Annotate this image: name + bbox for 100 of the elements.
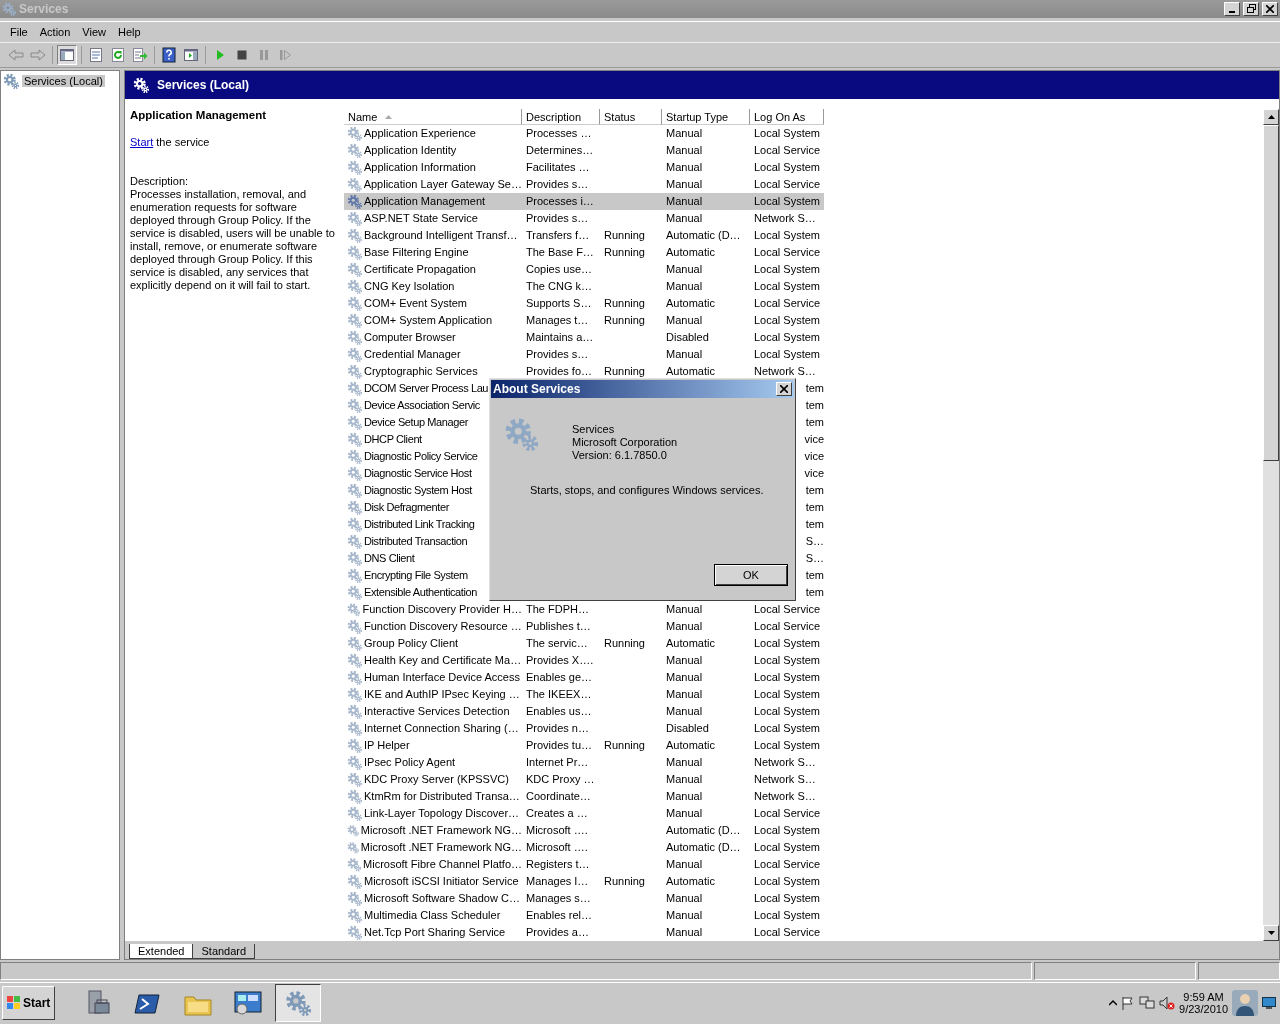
view-tab[interactable]: Standard: [192, 944, 256, 959]
chevron-icon[interactable]: [1109, 999, 1118, 1008]
table-row[interactable]: Interactive Services Detection Enables us… Manual Local System: [344, 703, 824, 720]
table-row[interactable]: Link-Layer Topology Discover… Creates a … Manual Local Service: [344, 805, 824, 822]
table-row[interactable]: Function Discovery Provider H… The FDPH… Manual Local Service: [344, 601, 824, 618]
table-row[interactable]: Microsoft Fibre Channel Platfo… Registers t… Manual Local Service: [344, 856, 824, 873]
table-row[interactable]: ASP.NET State Service Provides s… Manual Network S…: [344, 210, 824, 227]
table-row[interactable]: Microsoft iSCSI Initiator Service Manages I… Running Automatic Local System: [344, 873, 824, 890]
user-avatar-icon[interactable]: [1232, 990, 1258, 1017]
table-cell-text: Manual: [665, 620, 704, 633]
column-header[interactable]: Name: [344, 109, 522, 125]
table-cell-text: Manual: [665, 144, 704, 157]
control-panel-icon: [233, 989, 264, 1018]
service-name: Link-Layer Topology Discover…: [364, 807, 520, 820]
table-row[interactable]: IP Helper Provides tu… Running Automatic Local System: [344, 737, 824, 754]
ok-button[interactable]: OK: [714, 564, 788, 586]
scroll-thumb[interactable]: [1263, 125, 1279, 461]
action-pane-icon: [183, 47, 199, 64]
service-gear-icon: [347, 466, 362, 481]
table-cell-text: Running: [603, 314, 646, 327]
table-cell-text: Manual: [665, 603, 704, 616]
table-row[interactable]: Function Discovery Resource … Publishes t… Manual Local Service: [344, 618, 824, 635]
menu-item[interactable]: View: [76, 23, 112, 40]
table-row[interactable]: Certificate Propagation Copies use… Manual Local System: [344, 261, 824, 278]
clock-time: 9:59 AM: [1183, 991, 1224, 1004]
table-cell-text: Local System: [753, 127, 822, 140]
column-header[interactable]: Description: [522, 109, 600, 125]
table-cell-text: Network S…: [753, 212, 817, 225]
selected-row[interactable]: Application Management Processes i… Manual Local System: [344, 193, 824, 210]
table-row[interactable]: Background Intelligent Transf… Transfers f… Running Automatic (D… Local System: [344, 227, 824, 244]
scroll-down-button[interactable]: [1263, 925, 1279, 941]
scrollbar[interactable]: [1263, 109, 1279, 941]
table-cell-text: Provides s…: [525, 212, 590, 225]
table-row[interactable]: COM+ Event System Supports S… Running Automatic Local Service: [344, 295, 824, 312]
flag-icon[interactable]: [1121, 996, 1136, 1011]
minimize-button[interactable]: [1224, 1, 1240, 16]
service-gear-icon: [347, 500, 362, 515]
service-name: IPsec Policy Agent: [364, 756, 456, 769]
table-row[interactable]: Microsoft .NET Framework NG… Microsoft …. Automatic (D… Local System: [344, 822, 824, 839]
down-arrow-icon: [1267, 931, 1275, 935]
table-cell-text: Local Service: [753, 858, 822, 871]
table-row[interactable]: Microsoft Software Shadow C… Manages s… Manual Local System: [344, 890, 824, 907]
table-row[interactable]: Net.Tcp Port Sharing Service Provides a… Manual Local Service: [344, 924, 824, 941]
column-header[interactable]: Startup Type: [662, 109, 750, 125]
table-row[interactable]: Application Information Facilitates … Manual Local System: [344, 159, 824, 176]
table-row[interactable]: CNG Key Isolation The CNG k… Manual Local System: [344, 278, 824, 295]
table-row[interactable]: Human Interface Device Access Enables ge… Manual Local System: [344, 669, 824, 686]
table-cell-text: Running: [603, 297, 646, 310]
table-row[interactable]: Application Experience Processes … Manual Local System: [344, 125, 824, 142]
dialog-close-button[interactable]: [776, 382, 792, 396]
view-tab[interactable]: Extended: [129, 944, 194, 959]
show-desktop-icon[interactable]: [1262, 996, 1276, 1011]
table-row[interactable]: IPsec Policy Agent Internet Pr… Manual Network S…: [344, 754, 824, 771]
scroll-up-button[interactable]: [1263, 109, 1279, 125]
service-gear-icon: [347, 653, 362, 668]
table-cell-text: Local System: [753, 892, 822, 905]
speaker-muted-icon[interactable]: [1159, 996, 1176, 1011]
tree-item[interactable]: Services (Local): [22, 75, 105, 87]
table-row[interactable]: KDC Proxy Server (KPSSVC) KDC Proxy … Manual Network S…: [344, 771, 824, 788]
table-row[interactable]: Base Filtering Engine The Base F… Running Automatic Local Service: [344, 244, 824, 261]
service-name: Distributed Link Tracking: [364, 518, 475, 531]
table-cell-text: Copies use…: [525, 263, 594, 276]
service-name: Base Filtering Engine: [364, 246, 469, 259]
service-name: Encrypting File System: [364, 569, 468, 582]
table-row[interactable]: Credential Manager Provides s… Manual Local System: [344, 346, 824, 363]
start-link[interactable]: Start: [130, 136, 154, 148]
start-button[interactable]: Start: [2, 986, 56, 1021]
menu-item[interactable]: File: [4, 23, 34, 40]
service-gear-icon: [347, 177, 362, 192]
table-row[interactable]: Cryptographic Services Provides fo… Running Automatic Network S…: [344, 363, 824, 380]
table-row[interactable]: Health Key and Certificate Ma… Provides X…. Manual Local System: [344, 652, 824, 669]
column-header[interactable]: Log On As: [750, 109, 824, 125]
network-icon[interactable]: [1139, 996, 1156, 1011]
table-row[interactable]: Computer Browser Maintains a… Disabled Local System: [344, 329, 824, 346]
close-button[interactable]: [1262, 1, 1278, 16]
menu-item[interactable]: Action: [33, 23, 77, 40]
restore-button[interactable]: [1243, 1, 1259, 16]
console-tree-icon: [59, 47, 75, 64]
service-gear-icon: [347, 449, 362, 464]
table-row[interactable]: Application Layer Gateway Se… Provides s… Manual Local Service: [344, 176, 824, 193]
table-row[interactable]: Group Policy Client The servic… Running Automatic Local System: [344, 635, 824, 652]
column-header[interactable]: Status: [600, 109, 662, 125]
help-button[interactable]: [159, 45, 179, 66]
service-name: Microsoft Software Shadow C…: [364, 892, 520, 905]
table-cell: tem: [804, 586, 824, 599]
service-name: Diagnostic Policy Service: [364, 450, 478, 463]
menu-item[interactable]: Help: [111, 23, 147, 40]
console-tree-button[interactable]: [57, 45, 77, 66]
taskbar-button[interactable]: [275, 984, 322, 1023]
table-row[interactable]: KtmRm for Distributed Transa… Coordinate… Manual Network S…: [344, 788, 824, 805]
table-row[interactable]: Internet Connection Sharing (… Provides n… Disabled Local System: [344, 720, 824, 737]
table-cell-text: Local System: [753, 688, 822, 701]
table-cell-text: KDC Proxy …: [525, 773, 596, 786]
table-row[interactable]: IKE and AuthIP IPsec Keying … The IKEEX… Manual Local System: [344, 686, 824, 703]
table-row[interactable]: COM+ System Application Manages t… Running Manual Local System: [344, 312, 824, 329]
table-row[interactable]: Multimedia Class Scheduler Enables rel… Manual Local System: [344, 907, 824, 924]
table-cell-text: Provides a…: [525, 926, 590, 939]
table-row[interactable]: Microsoft .NET Framework NG… Microsoft …. Automatic (D… Local System: [344, 839, 824, 856]
table-row[interactable]: Application Identity Determines… Manual Local Service: [344, 142, 824, 159]
table-cell-text: Manual: [665, 280, 704, 293]
